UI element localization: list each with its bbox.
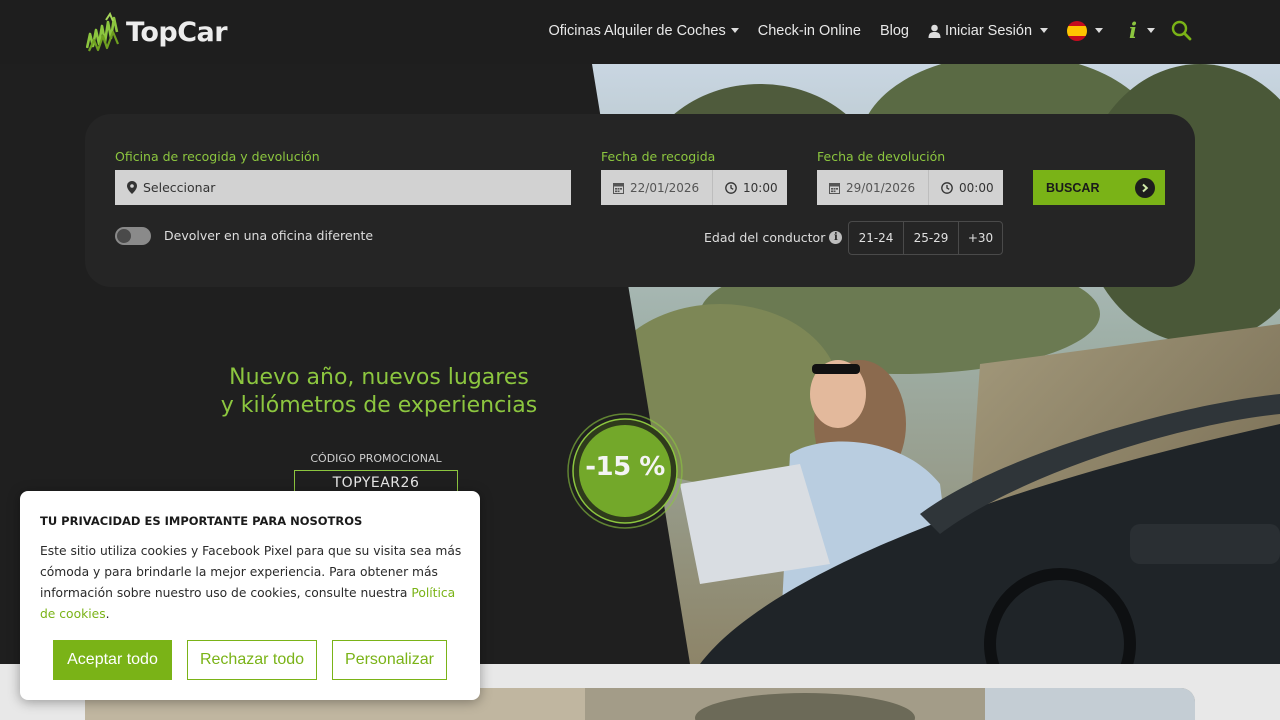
nav-checkin-label: Check-in Online [757, 22, 861, 39]
return-time-field[interactable]: 00:00 [929, 170, 1003, 205]
driver-age-label: Edad del conductor i [704, 230, 843, 245]
pickup-time-value: 10:00 [743, 180, 778, 195]
return-date-value: 29/01/2026 [846, 180, 916, 195]
search-icon [1171, 20, 1192, 41]
chevron-down-icon [1147, 28, 1155, 33]
reject-all-button[interactable]: Rechazar todo [187, 640, 317, 680]
search-panel: Oficina de recogida y devolución Selecci… [85, 114, 1195, 287]
spain-flag-icon [1067, 20, 1088, 41]
nav-blog[interactable]: Blog [880, 23, 909, 39]
different-office-label: Devolver en una oficina diferente [164, 228, 374, 243]
nav-login-label: Iniciar Sesión [944, 22, 1033, 39]
info-menu[interactable]: i [1129, 17, 1155, 43]
chevron-down-icon [730, 28, 739, 33]
age-option-25-29[interactable]: 25-29 [904, 222, 959, 254]
info-icon: i [1129, 17, 1137, 43]
map-pin-icon [127, 181, 137, 194]
cookie-title: TU PRIVACIDAD ES IMPORTANTE PARA NOSOTRO… [40, 514, 363, 528]
search-button[interactable] [1171, 20, 1192, 41]
return-datetime: 29/01/2026 00:00 [817, 170, 1003, 205]
clock-icon [941, 181, 953, 194]
info-icon[interactable]: i [829, 231, 843, 244]
office-select[interactable]: Seleccionar [115, 170, 571, 205]
topcar-logo[interactable]: TopCar [86, 12, 228, 52]
pickup-label: Fecha de recogida [601, 149, 716, 164]
nav-offices[interactable]: Oficinas Alquiler de Coches [548, 22, 739, 39]
promo-code-label: CÓDIGO PROMOCIONAL [310, 452, 442, 465]
logo-text: TopCar [126, 16, 228, 48]
language-selector[interactable] [1067, 20, 1104, 41]
search-submit-label: BUSCAR [1046, 180, 1100, 195]
calendar-icon [829, 182, 840, 194]
office-value: Seleccionar [143, 180, 216, 195]
driver-age-options: 21-24 25-29 +30 [848, 221, 1003, 255]
cookie-consent-dialog: TU PRIVACIDAD ES IMPORTANTE PARA NOSOTRO… [20, 491, 480, 700]
nav-offices-label: Oficinas Alquiler de Coches [548, 22, 726, 39]
age-option-21-24[interactable]: 21-24 [849, 222, 904, 254]
cookie-text: Este sitio utiliza cookies y Facebook Pi… [40, 541, 465, 625]
promo-headline: Nuevo año, nuevos lugares y kilómetros d… [175, 364, 583, 420]
return-date-field[interactable]: 29/01/2026 [817, 170, 929, 205]
office-label: Oficina de recogida y devolución [115, 149, 320, 164]
logo-grass-icon [86, 12, 120, 52]
nav-blog-label: Blog [879, 22, 909, 39]
nav-login[interactable]: Iniciar Sesión [928, 22, 1049, 39]
promo-line-2: y kilómetros de experiencias [220, 393, 538, 418]
arrow-right-icon [1135, 177, 1155, 198]
return-time-value: 00:00 [959, 180, 994, 195]
cookie-body-end: . [105, 607, 110, 621]
cookie-body-text: Este sitio utiliza cookies y Facebook Pi… [40, 544, 462, 600]
user-icon [928, 24, 941, 38]
promo-line-1: Nuevo año, nuevos lugares [229, 365, 529, 390]
nav-checkin[interactable]: Check-in Online [758, 23, 861, 39]
driver-age-text: Edad del conductor [704, 230, 826, 245]
accept-all-button[interactable]: Aceptar todo [53, 640, 172, 680]
discount-value: -15 % [585, 452, 665, 482]
clock-icon [725, 181, 737, 194]
pickup-time-field[interactable]: 10:00 [713, 170, 787, 205]
pickup-date-value: 22/01/2026 [630, 180, 700, 195]
age-option-30-plus[interactable]: +30 [959, 222, 1002, 254]
site-header: TopCar Oficinas Alquiler de Coches Check… [0, 0, 1280, 64]
customize-button[interactable]: Personalizar [332, 640, 447, 680]
main-nav: Oficinas Alquiler de Coches Check-in Onl… [529, 20, 1192, 41]
return-label: Fecha de devolución [817, 149, 946, 164]
pickup-datetime: 22/01/2026 10:00 [601, 170, 787, 205]
search-submit-button[interactable]: BUSCAR [1033, 170, 1165, 205]
pickup-date-field[interactable]: 22/01/2026 [601, 170, 713, 205]
chevron-down-icon [1040, 28, 1049, 33]
different-office-toggle[interactable] [115, 227, 151, 245]
chevron-down-icon [1095, 28, 1104, 33]
calendar-icon [613, 182, 624, 194]
